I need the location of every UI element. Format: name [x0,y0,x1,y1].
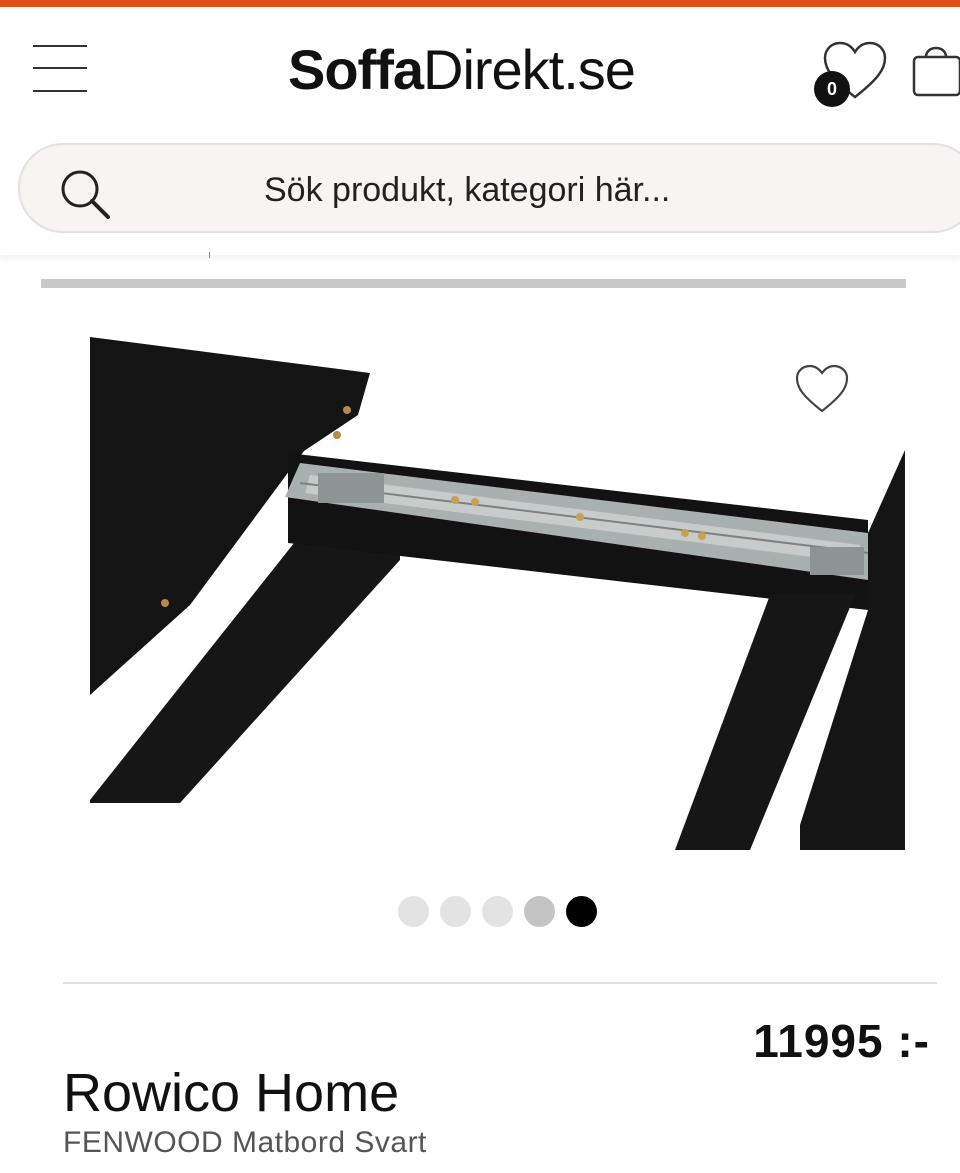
gallery-dot-1[interactable] [398,896,429,927]
search-bar[interactable]: Sök produkt, kategori här... [18,143,960,233]
cart-button[interactable] [912,37,960,101]
site-header: SoffaDirekt.se 0 Sök produkt, kategori h… [0,7,960,255]
menu-icon-line [33,67,87,69]
gallery-scroll-track [41,279,906,288]
logo-regular-part: Direkt.se [423,38,636,101]
product-price: 11995 :- [753,1015,930,1067]
product-name: FENWOOD Matbord Svart [63,1126,427,1159]
wishlist-button[interactable]: 0 [814,41,888,107]
breadcrumb-separator [209,252,210,258]
favorite-button[interactable] [794,364,850,418]
menu-icon-line [33,45,87,47]
product-brand[interactable]: Rowico Home [63,1062,399,1124]
gallery-dot-3[interactable] [482,896,513,927]
gallery-dot-4[interactable] [524,896,555,927]
gallery-dot-5-active[interactable] [566,896,597,927]
heart-outline-icon [795,364,849,413]
cart-icon [912,46,960,97]
site-logo[interactable]: SoffaDirekt.se [288,37,636,102]
accent-top-bar [0,0,960,7]
gallery-pagination [398,896,597,928]
search-icon [61,170,110,219]
menu-icon-line [33,90,87,92]
menu-button[interactable] [33,45,87,95]
wishlist-count-badge: 0 [814,71,850,107]
gallery-dot-2[interactable] [440,896,471,927]
section-divider [63,982,937,984]
logo-bold-part: Soffa [288,38,424,101]
search-placeholder: Sök produkt, kategori här... [264,171,671,209]
